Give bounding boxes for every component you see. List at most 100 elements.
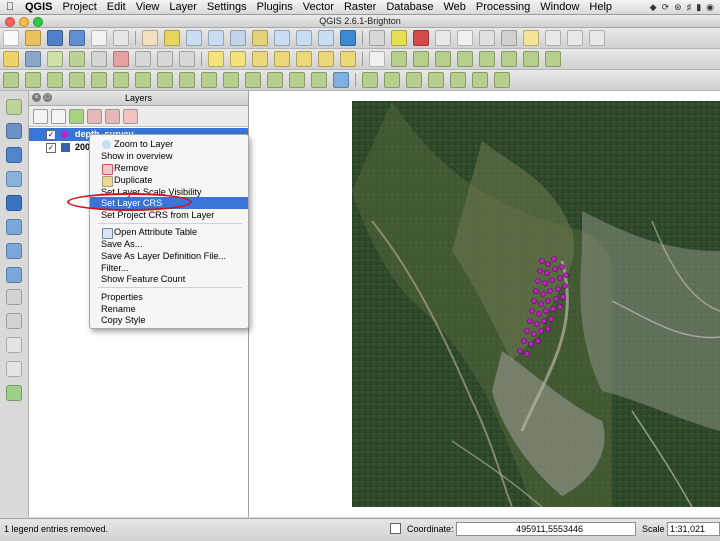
reshape-features-icon[interactable] bbox=[201, 72, 217, 88]
print-composer-icon[interactable] bbox=[91, 30, 107, 46]
expression-select-icon[interactable] bbox=[435, 30, 451, 46]
menu-settings[interactable]: Settings bbox=[202, 1, 252, 13]
show-hide-labels-icon[interactable] bbox=[274, 51, 290, 67]
coordinate-field[interactable]: 495911,5553446 bbox=[456, 522, 636, 536]
rotate-label-icon[interactable] bbox=[318, 51, 334, 67]
new-project-icon[interactable] bbox=[3, 30, 19, 46]
simplify-feature-icon[interactable] bbox=[69, 72, 85, 88]
layer-visibility-icon[interactable] bbox=[33, 108, 48, 124]
add-ring-icon[interactable] bbox=[91, 72, 107, 88]
select-features-icon[interactable] bbox=[391, 30, 407, 46]
zoom-full-icon[interactable] bbox=[230, 30, 246, 46]
add-mssql-icon[interactable] bbox=[428, 72, 444, 88]
menu-plugins[interactable]: Plugins bbox=[252, 1, 298, 13]
save-as-icon[interactable] bbox=[69, 30, 85, 46]
scale-field[interactable]: 1:31,021 bbox=[667, 522, 720, 536]
map-tips-icon[interactable] bbox=[523, 30, 539, 46]
menu-vector[interactable]: Vector bbox=[298, 1, 339, 13]
undo-icon[interactable] bbox=[3, 72, 19, 88]
new-bookmark-icon[interactable] bbox=[545, 30, 561, 46]
pan-hand-icon[interactable] bbox=[142, 30, 158, 46]
remove-layer-icon[interactable] bbox=[123, 108, 138, 124]
layer-visibility-checkbox[interactable]: ✓ bbox=[46, 143, 56, 153]
menu-copy-style[interactable]: Copy Style bbox=[90, 314, 248, 326]
menu-raster[interactable]: Raster bbox=[339, 1, 381, 13]
map-canvas[interactable] bbox=[249, 91, 720, 517]
add-spatialite-icon[interactable] bbox=[457, 51, 473, 67]
edit-pencil-icon[interactable] bbox=[3, 51, 19, 67]
zoom-out-icon[interactable] bbox=[208, 30, 224, 46]
zoom-to-selection-icon[interactable] bbox=[252, 30, 268, 46]
add-vector-layer-icon[interactable] bbox=[6, 99, 22, 115]
change-label-icon[interactable] bbox=[340, 51, 356, 67]
menu-database[interactable]: Database bbox=[381, 1, 438, 13]
rotate-point-symbols-icon[interactable] bbox=[333, 72, 349, 88]
add-virtual-layer-icon[interactable] bbox=[450, 72, 466, 88]
paste-features-icon[interactable] bbox=[179, 51, 195, 67]
menu-set-project-crs-from-layer[interactable]: Set Project CRS from Layer bbox=[90, 209, 248, 221]
layer-labeling-icon[interactable] bbox=[230, 51, 246, 67]
menu-remove[interactable]: Remove bbox=[90, 162, 248, 175]
new-spatialite-layer-icon[interactable] bbox=[545, 51, 561, 67]
new-shapefile-icon[interactable] bbox=[523, 51, 539, 67]
identify-icon[interactable] bbox=[369, 30, 385, 46]
menu-zoom-to-layer[interactable]: Zoom to Layer bbox=[90, 138, 248, 150]
merge-attributes-icon[interactable] bbox=[311, 72, 327, 88]
composer-manager-icon[interactable] bbox=[113, 30, 129, 46]
refresh-icon[interactable] bbox=[340, 30, 356, 46]
toggle-extents-icon[interactable] bbox=[390, 523, 401, 534]
add-mssql-layer-icon[interactable] bbox=[6, 195, 22, 211]
menu-layer[interactable]: Layer bbox=[164, 1, 202, 13]
pan-to-selection-icon[interactable] bbox=[164, 30, 180, 46]
collapse-all-icon[interactable] bbox=[105, 108, 120, 124]
add-wfs-layer-icon[interactable] bbox=[6, 267, 22, 283]
delete-part-icon[interactable] bbox=[179, 72, 195, 88]
wifi-icon[interactable]: ◉ bbox=[706, 2, 714, 13]
fill-ring-icon[interactable] bbox=[135, 72, 151, 88]
volume-icon[interactable]: ♯ bbox=[687, 2, 692, 13]
zoom-last-icon[interactable] bbox=[318, 30, 334, 46]
add-part-icon[interactable] bbox=[113, 72, 129, 88]
add-delimited-text-icon[interactable] bbox=[6, 289, 22, 305]
add-group-icon[interactable] bbox=[51, 108, 66, 124]
delete-ring-icon[interactable] bbox=[157, 72, 173, 88]
measure-icon[interactable] bbox=[501, 30, 517, 46]
apple-icon[interactable]:  bbox=[0, 1, 20, 13]
open-project-icon[interactable] bbox=[25, 30, 41, 46]
sync-icon[interactable]: ⟳ bbox=[662, 2, 670, 13]
add-wfs-icon[interactable] bbox=[501, 51, 517, 67]
split-features-icon[interactable] bbox=[245, 72, 261, 88]
layer-visibility-checkbox[interactable]: ✓ bbox=[46, 130, 56, 140]
rotate-feature-icon[interactable] bbox=[47, 72, 63, 88]
add-delimited-text-icon[interactable] bbox=[369, 51, 385, 67]
attribute-table-icon[interactable] bbox=[457, 30, 473, 46]
merge-features-icon[interactable] bbox=[289, 72, 305, 88]
node-tool-icon[interactable] bbox=[91, 51, 107, 67]
menu-duplicate[interactable]: Duplicate bbox=[90, 174, 248, 187]
redo-icon[interactable] bbox=[25, 72, 41, 88]
zoom-native-icon[interactable] bbox=[296, 30, 312, 46]
offset-curve-icon[interactable] bbox=[223, 72, 239, 88]
show-bookmarks-icon[interactable] bbox=[567, 30, 583, 46]
dropbox-icon[interactable]: ◆ bbox=[650, 2, 657, 13]
cut-features-icon[interactable] bbox=[135, 51, 151, 67]
save-edits-icon[interactable] bbox=[25, 51, 41, 67]
add-wcs-icon[interactable] bbox=[384, 72, 400, 88]
add-raster-layer-icon[interactable] bbox=[6, 123, 22, 139]
field-calculator-icon[interactable] bbox=[479, 30, 495, 46]
menu-open-attribute-table[interactable]: Open Attribute Table bbox=[90, 226, 248, 239]
pin-labels-icon[interactable] bbox=[252, 51, 268, 67]
add-wms-layer-icon[interactable] bbox=[6, 219, 22, 235]
new-spatialite-layer-icon[interactable] bbox=[6, 337, 22, 353]
menu-save-as[interactable]: Save As... bbox=[90, 238, 248, 250]
menu-web[interactable]: Web bbox=[438, 1, 470, 13]
new-layer-icon[interactable] bbox=[6, 313, 22, 329]
menu-processing[interactable]: Processing bbox=[471, 1, 535, 13]
add-vector-layer-icon[interactable] bbox=[391, 51, 407, 67]
add-gpx-layer-icon[interactable] bbox=[6, 361, 22, 377]
zoom-in-icon[interactable] bbox=[186, 30, 202, 46]
menu-show-in-overview[interactable]: Show in overview bbox=[90, 150, 248, 162]
add-postgis-layer-icon[interactable] bbox=[6, 147, 22, 163]
menu-edit[interactable]: Edit bbox=[102, 1, 131, 13]
add-postgis-icon[interactable] bbox=[435, 51, 451, 67]
